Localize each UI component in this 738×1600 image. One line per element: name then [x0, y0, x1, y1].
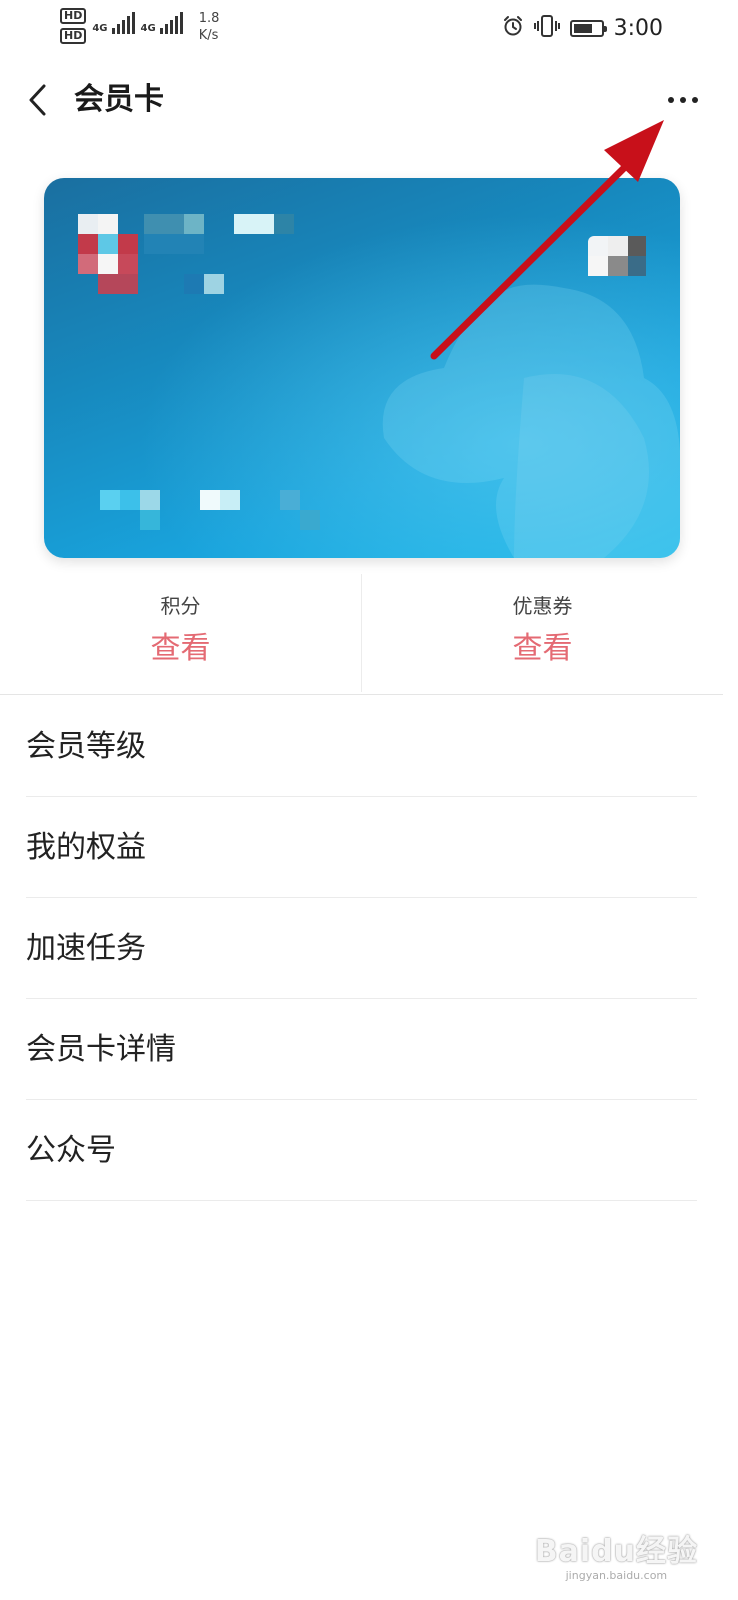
menu-item-card-details[interactable]: 会员卡详情: [0, 999, 723, 1100]
section-divider: [0, 694, 723, 695]
status-right: 3:00: [502, 14, 663, 42]
hd-indicators: HD HD: [60, 8, 87, 44]
stats-row: 积分 查看 优惠券 查看: [0, 572, 723, 692]
menu-list: 会员等级 我的权益 加速任务 会员卡详情 公众号: [0, 696, 723, 1201]
coupons-stat[interactable]: 优惠券 查看: [362, 572, 723, 692]
menu-item-label: 会员等级: [26, 728, 146, 764]
vibrate-icon: [533, 14, 560, 42]
hd-badge-2: HD: [60, 28, 87, 44]
menu-item-label: 我的权益: [26, 829, 146, 865]
menu-item-label: 会员卡详情: [26, 1031, 176, 1067]
battery-icon: [569, 19, 607, 37]
coupons-view-link[interactable]: 查看: [513, 630, 573, 668]
network-speed-value: 1.8: [198, 11, 220, 26]
baidu-watermark: Baidu经验 jingyan.baidu.com: [534, 1534, 698, 1583]
watermark-logo: Baidu经验: [534, 1534, 698, 1569]
obscured-name: [144, 214, 304, 294]
obscured-card-number: [100, 490, 320, 530]
hd-badge-1: HD: [60, 8, 87, 24]
back-button[interactable]: [18, 78, 58, 122]
menu-item-label: 加速任务: [26, 930, 146, 966]
menu-item-my-benefits[interactable]: 我的权益: [0, 797, 723, 898]
sim2-network-label: 4G: [140, 23, 156, 34]
obscured-avatar: [588, 236, 646, 276]
page-title: 会员卡: [74, 82, 164, 117]
coupons-label: 优惠券: [512, 594, 573, 618]
status-bar: HD HD 4G 4G 1.8 K/s 3:00: [0, 0, 738, 56]
sim1-signal-icon: 4G: [92, 12, 135, 34]
obscured-logo: [78, 214, 138, 294]
sim2-signal-icon: 4G: [141, 12, 183, 34]
more-button[interactable]: [658, 82, 708, 118]
network-speed-unit: K/s: [198, 28, 219, 43]
points-view-link[interactable]: 查看: [151, 630, 211, 668]
menu-item-official-account[interactable]: 公众号: [0, 1100, 723, 1201]
more-dot: [692, 97, 698, 103]
alarm-icon: [502, 15, 524, 41]
chevron-left-icon: [29, 84, 46, 116]
points-stat[interactable]: 积分 查看: [0, 572, 361, 692]
watermark-url: jingyan.baidu.com: [565, 1569, 668, 1582]
more-dot: [668, 97, 674, 103]
sim1-network-label: 4G: [92, 23, 108, 34]
status-left: HD HD 4G 4G 1.8 K/s: [60, 8, 219, 44]
app-header: 会员卡: [0, 56, 738, 144]
menu-item-label: 公众号: [26, 1132, 116, 1168]
menu-item-member-level[interactable]: 会员等级: [0, 696, 723, 797]
status-time: 3:00: [613, 15, 663, 41]
network-speed: 1.8 K/s: [199, 10, 220, 44]
more-dot: [680, 97, 686, 103]
menu-item-speed-tasks[interactable]: 加速任务: [0, 898, 723, 999]
points-label: 积分: [160, 594, 201, 618]
member-card[interactable]: [44, 178, 680, 558]
